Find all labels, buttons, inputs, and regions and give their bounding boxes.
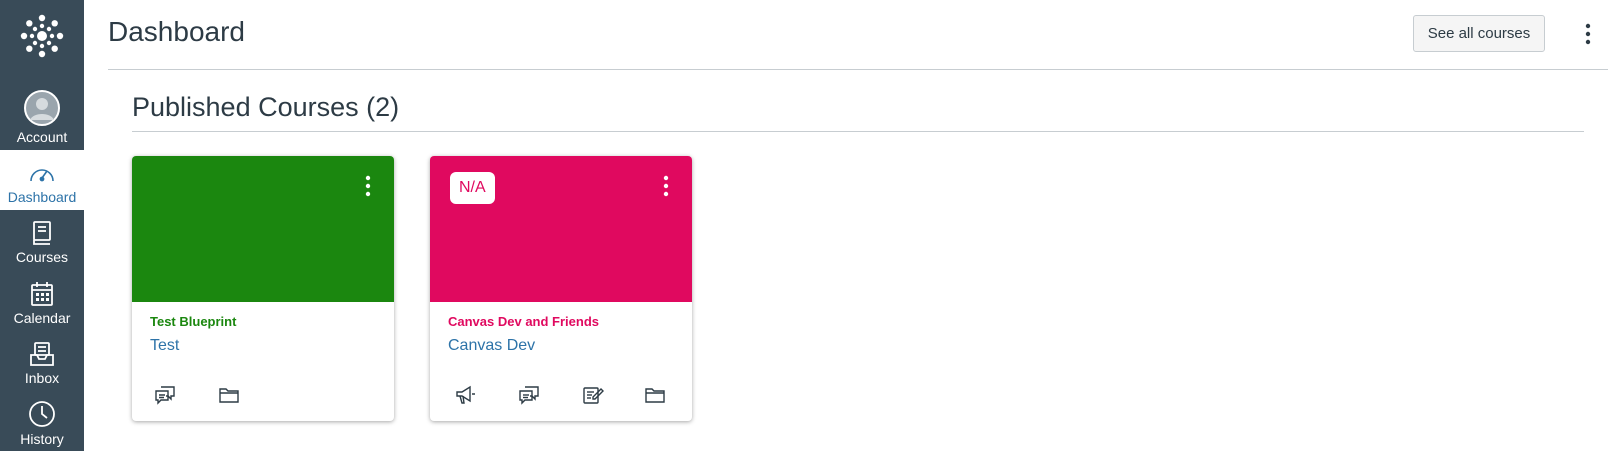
nav-item-label: Dashboard <box>7 189 77 205</box>
nav-item-history[interactable]: History <box>0 392 84 451</box>
card-options-kebab-icon[interactable] <box>360 172 376 200</box>
inbox-icon <box>29 337 55 367</box>
canvas-logo-icon[interactable] <box>0 14 84 70</box>
nav-item-dashboard[interactable]: Dashboard <box>0 150 84 210</box>
global-nav: Account Dashboard Courses Calendar Inbox… <box>0 0 84 451</box>
header-divider <box>108 69 1608 70</box>
card-options-kebab-icon[interactable] <box>658 172 674 200</box>
nav-item-label: Account <box>16 129 68 145</box>
course-card-subtitle[interactable]: Test <box>150 336 179 356</box>
nav-item-account[interactable]: Account <box>0 84 84 145</box>
course-card[interactable]: Test Blueprint Test <box>132 156 394 421</box>
calendar-icon <box>30 277 54 307</box>
nav-item-inbox[interactable]: Inbox <box>0 331 84 392</box>
course-grade-badge: N/A <box>450 172 495 204</box>
assignment-icon[interactable] <box>580 382 606 408</box>
section-title: Published Courses (2) <box>132 92 400 122</box>
discussion-icon[interactable] <box>152 382 178 408</box>
course-card-hero[interactable] <box>132 156 394 302</box>
nav-item-label: History <box>20 431 64 447</box>
nav-item-label: Calendar <box>13 310 71 326</box>
course-card-actions <box>132 382 394 408</box>
folder-icon[interactable] <box>642 382 668 408</box>
course-card-title[interactable]: Test Blueprint <box>150 314 236 330</box>
clock-icon <box>28 398 56 428</box>
folder-icon[interactable] <box>216 382 242 408</box>
page-title: Dashboard <box>108 16 245 47</box>
course-card[interactable]: N/A Canvas Dev and Friends Canvas Dev <box>430 156 692 421</box>
nav-item-calendar[interactable]: Calendar <box>0 271 84 332</box>
course-card-title[interactable]: Canvas Dev and Friends <box>448 314 599 330</box>
dashboard-icon <box>28 156 56 186</box>
nav-item-label: Courses <box>15 249 69 265</box>
book-icon <box>31 216 53 246</box>
course-card-subtitle[interactable]: Canvas Dev <box>448 336 535 356</box>
section-divider <box>132 131 1584 132</box>
nav-item-label: Inbox <box>24 370 60 386</box>
announcement-icon[interactable] <box>452 382 478 408</box>
discussion-icon[interactable] <box>516 382 542 408</box>
nav-item-courses[interactable]: Courses <box>0 210 84 271</box>
avatar <box>24 90 60 126</box>
dashboard-options-kebab-icon[interactable] <box>1580 20 1596 48</box>
course-card-actions <box>430 382 692 408</box>
see-all-courses-button[interactable]: See all courses <box>1413 15 1545 52</box>
